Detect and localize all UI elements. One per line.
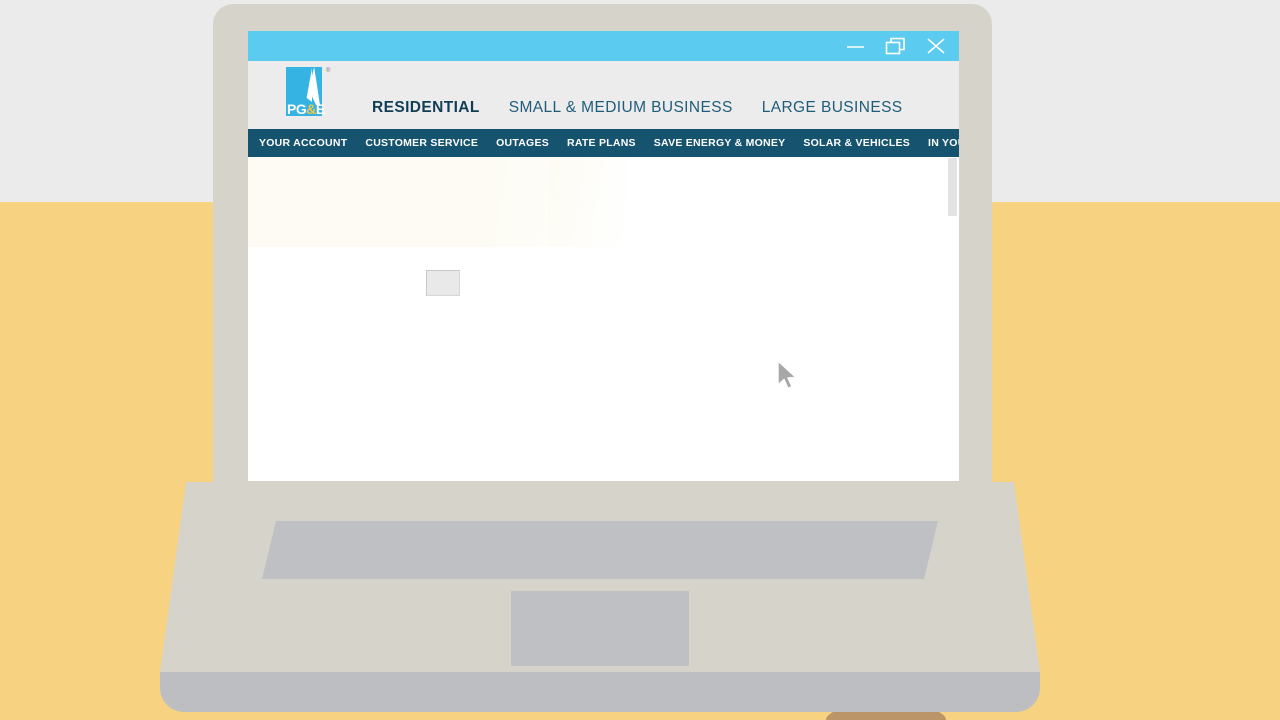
window-titlebar bbox=[248, 31, 959, 61]
logo-wordmark: PG&E bbox=[287, 101, 325, 117]
logo-e-text: E bbox=[315, 101, 325, 117]
nav-item-outages[interactable]: OUTAGES bbox=[487, 129, 558, 157]
audience-tabs: RESIDENTIAL SMALL & MEDIUM BUSINESS LARG… bbox=[248, 99, 903, 129]
page-scrollbar-thumb[interactable] bbox=[948, 158, 957, 216]
registered-trademark-icon: ® bbox=[326, 68, 331, 74]
laptop-front-edge bbox=[160, 672, 1040, 712]
nav-item-customer-service[interactable]: CUSTOMER SERVICE bbox=[356, 129, 487, 157]
laptop-keyboard bbox=[262, 521, 938, 579]
nav-item-save-energy-and-money[interactable]: SAVE ENERGY & MONEY bbox=[645, 129, 795, 157]
site-header: PG&E ® RESIDENTIAL SMALL & MEDIUM BUSINE… bbox=[248, 61, 959, 129]
logo-pg-text: PG bbox=[287, 101, 307, 117]
tab-large-business[interactable]: LARGE BUSINESS bbox=[762, 99, 903, 117]
nav-item-rate-plans[interactable]: RATE PLANS bbox=[558, 129, 645, 157]
logo-ampersand: & bbox=[306, 101, 316, 117]
tab-residential[interactable]: RESIDENTIAL bbox=[372, 99, 480, 117]
nav-item-in-your-community[interactable]: IN YOUR COMMUNITY bbox=[919, 129, 959, 157]
broken-image-placeholder bbox=[426, 270, 460, 296]
pge-logo[interactable]: PG&E ® bbox=[286, 67, 330, 117]
page-content-area bbox=[248, 157, 959, 481]
page-scrollbar-track[interactable] bbox=[946, 157, 959, 481]
tab-small-medium-business[interactable]: SMALL & MEDIUM BUSINESS bbox=[509, 99, 733, 117]
nav-item-your-account[interactable]: YOUR ACCOUNT bbox=[259, 129, 356, 157]
scene: PG&E ® RESIDENTIAL SMALL & MEDIUM BUSINE… bbox=[0, 0, 1280, 720]
main-navigation-bar: YOUR ACCOUNT CUSTOMER SERVICE OUTAGES RA… bbox=[248, 129, 959, 157]
close-icon[interactable] bbox=[923, 35, 949, 57]
laptop-trackpad[interactable] bbox=[511, 591, 689, 666]
minimize-icon[interactable] bbox=[843, 35, 869, 57]
restore-icon[interactable] bbox=[883, 35, 909, 57]
browser-window: PG&E ® RESIDENTIAL SMALL & MEDIUM BUSINE… bbox=[248, 31, 959, 481]
hero-banner-fade bbox=[548, 157, 628, 247]
nav-item-solar-and-vehicles[interactable]: SOLAR & VEHICLES bbox=[794, 129, 919, 157]
